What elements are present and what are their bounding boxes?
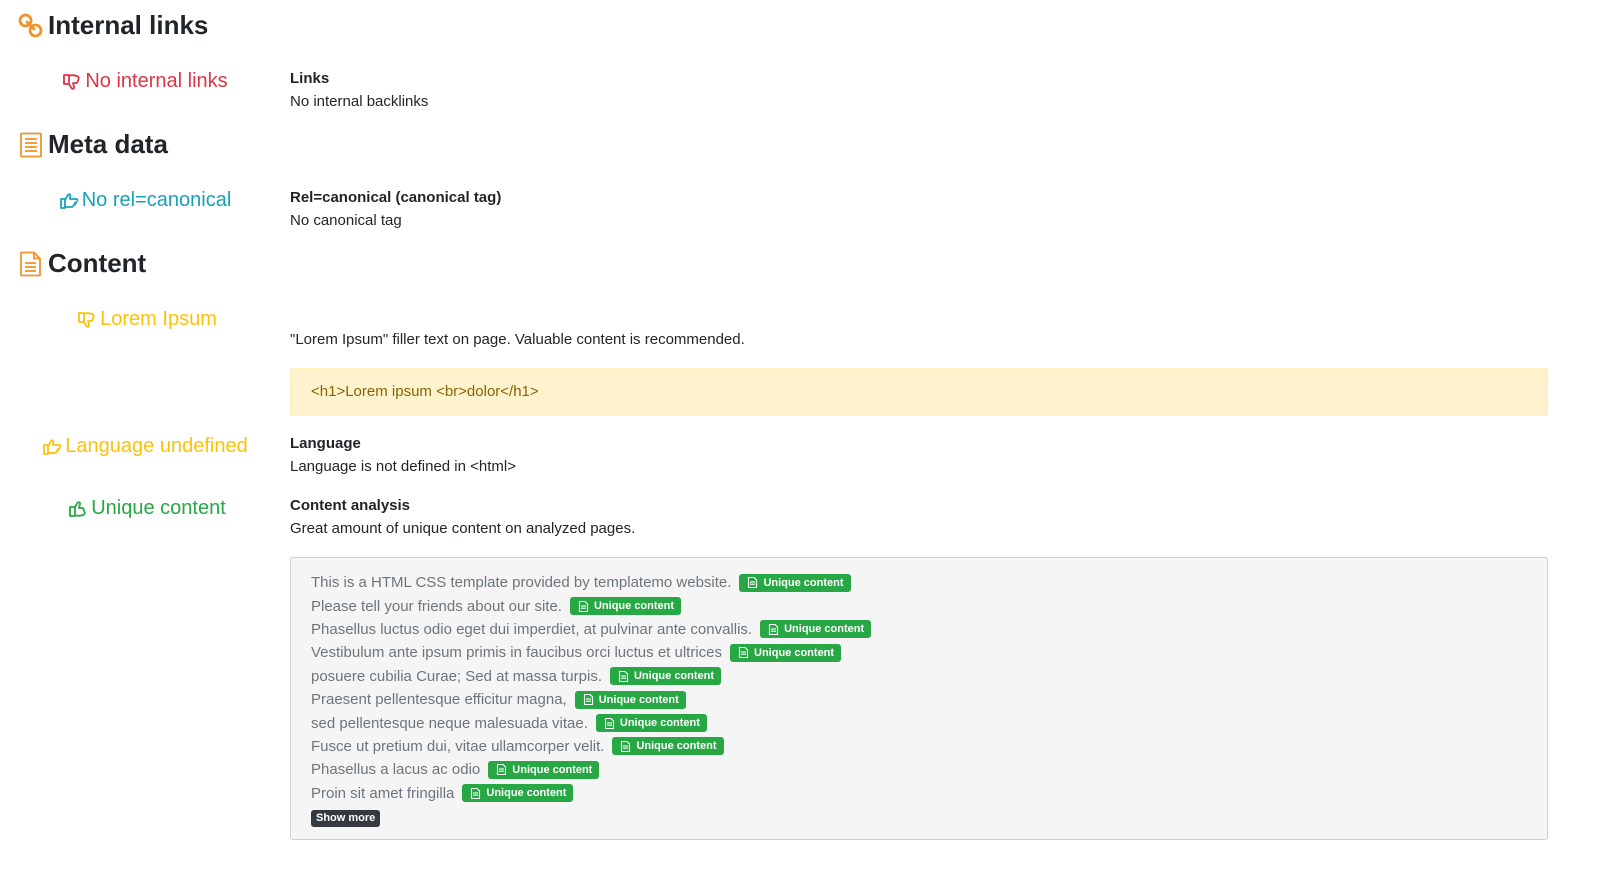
analysis-line-text: Fusce ut pretium dui, vitae ullamcorper … bbox=[311, 737, 605, 755]
analysis-line-text: Vestibulum ante ipsum primis in faucibus… bbox=[311, 644, 723, 662]
file-icon bbox=[604, 717, 614, 729]
file-icon bbox=[583, 694, 593, 706]
unique-content-badge: Unique content bbox=[569, 597, 682, 616]
file-icon bbox=[471, 787, 481, 799]
section-title-text: Content bbox=[48, 248, 147, 278]
analysis-line-text: Phasellus luctus odio eget dui imperdiet… bbox=[311, 620, 753, 638]
file-icon bbox=[578, 600, 589, 612]
unique-content-badge: Unique content bbox=[595, 714, 707, 733]
unique-content-badge: Unique content bbox=[488, 760, 600, 779]
badge-label: Unique content bbox=[512, 763, 593, 776]
section-title-meta-data: Meta data bbox=[18, 129, 168, 160]
file-icon bbox=[621, 740, 631, 752]
analysis-lines: This is a HTML CSS template provided by … bbox=[311, 571, 1527, 805]
file-icon bbox=[738, 647, 749, 659]
badge-label: Unique content bbox=[593, 600, 675, 613]
status-text: No rel=canonical bbox=[81, 189, 232, 211]
list-item: Vestibulum ante ipsum primis in faucibus… bbox=[311, 641, 1527, 664]
unique-content-badge: Unique content bbox=[612, 737, 724, 756]
analysis-line-text: posuere cubilia Curae; Sed at massa turp… bbox=[311, 667, 602, 685]
file-icon bbox=[748, 577, 758, 589]
content-analysis-label: Content analysis bbox=[290, 497, 411, 514]
unique-content-badge: Unique content bbox=[730, 643, 842, 662]
status-no-internal-links: No internal links bbox=[0, 70, 290, 93]
lorem-text: "Lorem Ipsum" filler text on page. Valua… bbox=[290, 331, 745, 348]
status-text: Lorem Ipsum bbox=[100, 308, 217, 330]
lorem-code-box: <h1>Lorem ipsum <br>dolor</h1> bbox=[290, 368, 1548, 416]
list-item: Fusce ut pretium dui, vitae ullamcorper … bbox=[311, 735, 1527, 758]
file-icon bbox=[618, 670, 629, 682]
status-unique-content: Unique content bbox=[2, 497, 292, 520]
list-item: Proin sit amet fringilla Unique content bbox=[311, 782, 1527, 805]
show-more-button[interactable]: Show more bbox=[311, 809, 381, 827]
badge-label: Unique content bbox=[763, 576, 844, 589]
status-lorem-ipsum: Lorem Ipsum bbox=[2, 308, 292, 331]
badge-label: Unique content bbox=[486, 787, 567, 800]
links-text: No internal backlinks bbox=[290, 93, 429, 110]
unique-content-badge: Unique content bbox=[609, 667, 722, 686]
hand-pointing-right-icon bbox=[43, 438, 62, 455]
list-item: Phasellus luctus odio eget dui imperdiet… bbox=[311, 618, 1527, 641]
badge-label: Unique content bbox=[754, 646, 835, 659]
badge-label: Unique content bbox=[598, 693, 679, 706]
analysis-line-text: Praesent pellentesque efficitur magna, bbox=[311, 691, 567, 709]
analysis-line-text: Please tell your friends about our site. bbox=[311, 597, 562, 615]
document-icon bbox=[20, 251, 41, 276]
status-text: Language undefined bbox=[65, 435, 248, 457]
list-item: Please tell your friends about our site.… bbox=[311, 594, 1527, 617]
language-label: Language bbox=[290, 435, 361, 452]
status-text: No internal links bbox=[85, 70, 228, 92]
link-icon bbox=[18, 13, 43, 37]
list-item: Praesent pellentesque efficitur magna, Un… bbox=[311, 688, 1527, 711]
canonical-text: No canonical tag bbox=[290, 212, 402, 229]
thumbs-up-icon bbox=[69, 500, 86, 517]
section-title-text: Meta data bbox=[48, 129, 168, 159]
list-item: This is a HTML CSS template provided by … bbox=[311, 571, 1527, 594]
list-item: posuere cubilia Curae; Sed at massa turp… bbox=[311, 665, 1527, 688]
status-text: Unique content bbox=[91, 497, 226, 519]
hand-pointing-right-icon bbox=[59, 192, 79, 209]
section-title-text: Internal links bbox=[48, 10, 209, 40]
file-icon bbox=[769, 623, 779, 635]
language-text: Language is not defined in <html> bbox=[290, 458, 517, 475]
list-item: Phasellus a lacus ac odio Unique content bbox=[311, 758, 1527, 781]
thumbs-down-icon bbox=[78, 311, 95, 328]
status-language-undefined: Language undefined bbox=[0, 435, 290, 458]
analysis-line-text: This is a HTML CSS template provided by … bbox=[311, 574, 732, 592]
canonical-label: Rel=canonical (canonical tag) bbox=[290, 189, 502, 206]
thumbs-down-icon bbox=[63, 73, 80, 90]
content-analysis-box: This is a HTML CSS template provided by … bbox=[290, 557, 1548, 840]
badge-label: Unique content bbox=[636, 740, 717, 753]
unique-content-badge: Unique content bbox=[574, 690, 686, 709]
section-title-content: Content bbox=[18, 248, 146, 279]
unique-content-badge: Unique content bbox=[760, 620, 872, 639]
unique-content-badge: Unique content bbox=[739, 573, 851, 592]
badge-label: Unique content bbox=[619, 717, 700, 730]
section-title-internal-links: Internal links bbox=[18, 10, 208, 41]
file-icon bbox=[497, 764, 507, 776]
analysis-line-text: Proin sit amet fringilla bbox=[311, 784, 455, 802]
document-list-icon bbox=[20, 132, 42, 157]
badge-label: Unique content bbox=[784, 623, 865, 636]
unique-content-badge: Unique content bbox=[462, 784, 574, 803]
analysis-line-text: sed pellentesque neque malesuada vitae. bbox=[311, 714, 588, 732]
list-item: sed pellentesque neque malesuada vitae. U… bbox=[311, 711, 1527, 734]
analysis-line-text: Phasellus a lacus ac odio bbox=[311, 761, 481, 779]
content-analysis-text: Great amount of unique content on analyz… bbox=[290, 520, 636, 537]
badge-label: Unique content bbox=[633, 670, 715, 683]
status-no-canonical: No rel=canonical bbox=[0, 189, 290, 212]
links-label: Links bbox=[290, 70, 330, 87]
